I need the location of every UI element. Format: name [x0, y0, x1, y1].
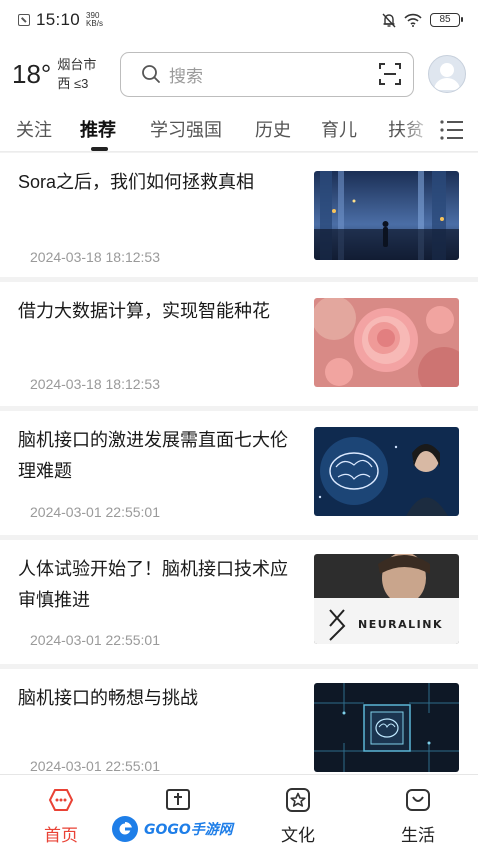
article-card[interactable]: 脑机接口的畅想与挑战 2024-03-01 22:55:01 [0, 669, 478, 779]
site-watermark: GOGO手游网 [110, 814, 233, 844]
article-date: 2024-03-01 22:55:01 [30, 758, 160, 774]
article-thumbnail: NEURALINK [314, 554, 459, 644]
nav-culture[interactable]: 文化 [258, 775, 338, 850]
nav-life[interactable]: 生活 [378, 775, 458, 850]
bottom-nav: 首页 推荐 文化 生活 [0, 774, 478, 850]
bag-icon [406, 789, 430, 811]
search-input[interactable]: 搜索 [120, 51, 414, 97]
article-title: 借力大数据计算，实现智能种花 [18, 301, 270, 321]
nav-label: 生活 [401, 826, 435, 845]
article-thumbnail [314, 427, 459, 516]
net-speed-unit: KB/s [86, 19, 103, 28]
weather-widget[interactable]: 18° 烟台市 西 ≤3 [12, 55, 120, 93]
status-time: 15:10 [36, 10, 81, 29]
tab-history[interactable]: 历史 [255, 116, 291, 142]
temperature: 18° [12, 58, 52, 89]
channel-tabs: 关注 推荐 学习强国 历史 育儿 扶贫 [0, 108, 478, 152]
article-title: 脑机接口的畅想与挑战 [18, 688, 198, 708]
tab-fade [400, 108, 436, 151]
article-card[interactable]: 借力大数据计算，实现智能种花 2024-03-18 18:12:53 [0, 282, 478, 406]
book-icon [166, 789, 190, 810]
channel-menu-icon[interactable] [439, 118, 465, 142]
article-card[interactable]: 人体试验开始了！脑机接口技术应审慎推进 2024-03-01 22:55:01 … [0, 540, 478, 664]
weather-wind: 西 ≤3 [57, 76, 89, 91]
wifi-icon [404, 13, 422, 27]
avatar[interactable] [428, 55, 466, 93]
article-date: 2024-03-18 18:12:53 [30, 376, 160, 392]
article-thumbnail [314, 298, 459, 387]
article-card[interactable]: Sora之后，我们如何拯救真相 2024-03-18 18:12:53 [0, 153, 478, 277]
watermark-logo-icon [112, 816, 138, 842]
star-icon [286, 788, 310, 812]
scan-icon[interactable] [379, 63, 401, 85]
user-icon [434, 63, 460, 90]
search-placeholder: 搜索 [169, 66, 203, 86]
tab-recommend[interactable]: 推荐 [80, 116, 116, 142]
article-date: 2024-03-01 22:55:01 [30, 504, 160, 520]
nav-label: 首页 [44, 826, 78, 845]
article-thumbnail [314, 171, 459, 260]
battery-indicator: 85 [430, 13, 463, 27]
mute-bell-icon [382, 13, 396, 27]
search-icon [142, 65, 160, 83]
tab-parenting[interactable]: 育儿 [321, 116, 357, 142]
article-title: 脑机接口的激进发展需直面七大伦理难题 [18, 430, 288, 481]
active-tab-indicator [91, 147, 108, 151]
article-date: 2024-03-18 18:12:53 [30, 249, 160, 265]
weather-location: 烟台市 西 ≤3 [57, 55, 96, 93]
neuralink-logo-text: NEURALINK [358, 618, 443, 631]
home-icon [48, 789, 74, 811]
sim-icon [18, 14, 30, 26]
net-speed: 390 KB/s [86, 12, 103, 28]
article-title: 人体试验开始了！脑机接口技术应审慎推进 [18, 559, 288, 610]
tab-follow[interactable]: 关注 [16, 116, 52, 142]
article-card[interactable]: 脑机接口的激进发展需直面七大伦理难题 2024-03-01 22:55:01 [0, 411, 478, 535]
article-date: 2024-03-01 22:55:01 [30, 632, 160, 648]
article-thumbnail [314, 683, 459, 772]
status-bar: 15:10 390 KB/s 85 [0, 0, 478, 40]
top-header: 18° 烟台市 西 ≤3 搜索 [0, 40, 478, 108]
nav-home[interactable]: 首页 [21, 775, 101, 850]
article-title: Sora之后，我们如何拯救真相 [18, 172, 255, 192]
watermark-text: GOGO手游网 [144, 822, 233, 838]
weather-city: 烟台市 [57, 57, 97, 72]
tab-study[interactable]: 学习强国 [150, 116, 222, 142]
nav-label: 文化 [281, 826, 315, 845]
